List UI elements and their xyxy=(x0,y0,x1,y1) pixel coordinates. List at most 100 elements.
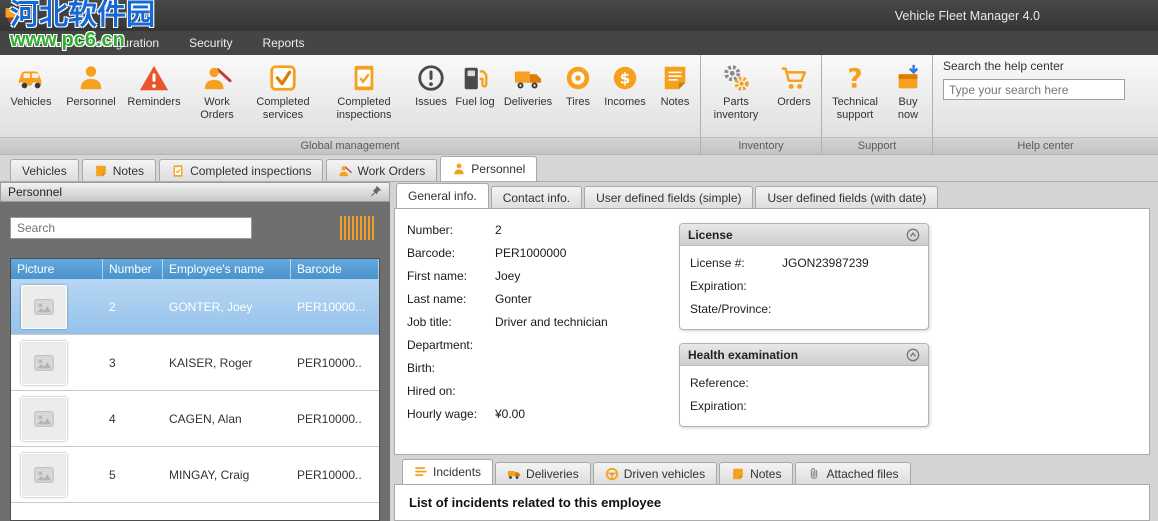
ribbon-completed-inspections-button[interactable]: Completed inspections xyxy=(318,59,410,123)
tab-completed-inspections[interactable]: Completed inspections xyxy=(159,159,324,181)
window-title: Vehicle Fleet Manager 4.0 xyxy=(894,8,1040,23)
column-header-barcode[interactable]: Barcode xyxy=(291,259,379,279)
menu-security[interactable]: Security xyxy=(174,31,247,55)
person-icon xyxy=(76,61,106,95)
subtab-notes[interactable]: Notes xyxy=(719,462,794,484)
detail-group-boxes: License License #: JGON23987239 Expiratio… xyxy=(679,223,929,440)
table-header: Picture Number Employee's name Barcode xyxy=(11,259,379,279)
ribbon-label: Reminders xyxy=(127,96,181,108)
field-value: JGON23987239 xyxy=(782,256,869,270)
ribbon-notes-button[interactable]: Notes xyxy=(652,59,698,111)
subtab-deliveries[interactable]: Deliveries xyxy=(495,462,591,484)
table-row[interactable]: 3 KAISER, Roger PER10000.. xyxy=(11,335,379,391)
field-label: Last name: xyxy=(407,292,467,306)
collapse-icon[interactable] xyxy=(906,348,920,362)
personnel-detail-panel: General info. Contact info. User defined… xyxy=(390,182,1158,521)
table-row[interactable]: 5 MINGAY, Craig PER10000.. xyxy=(11,447,379,503)
ribbon-label: Completed services xyxy=(256,96,310,121)
column-header-number[interactable]: Number xyxy=(103,259,163,279)
cell-name: GONTER, Joey xyxy=(169,299,253,314)
subtab-driven-vehicles[interactable]: Driven vehicles xyxy=(592,462,718,484)
panel-title: Personnel xyxy=(8,185,63,199)
titlebar: Vehicle Fleet Manager 4.0 xyxy=(0,0,1158,31)
collapse-icon[interactable] xyxy=(906,228,920,242)
tab-contact-info[interactable]: Contact info. xyxy=(490,186,583,208)
ribbon-personnel-button[interactable]: Personnel xyxy=(60,59,122,111)
tab-label: User defined fields (with date) xyxy=(767,190,927,205)
cell-barcode: PER10000.. xyxy=(297,411,362,426)
dollar-icon: $ xyxy=(610,61,640,95)
ribbon-label: Work Orders xyxy=(200,96,234,121)
ribbon-fuel-log-button[interactable]: Fuel log xyxy=(452,59,498,111)
tab-user-fields-simple[interactable]: User defined fields (simple) xyxy=(584,186,754,208)
license-box: License License #: JGON23987239 Expiratio… xyxy=(679,223,929,330)
ribbon-deliveries-button[interactable]: Deliveries xyxy=(498,59,558,111)
cell-barcode: PER10000.. xyxy=(297,355,362,370)
ribbon-label: Orders xyxy=(777,96,811,108)
field-label: Department: xyxy=(407,338,474,352)
tab-vehicles[interactable]: Vehicles xyxy=(10,159,79,181)
menubar: General Configuration Security Reports xyxy=(0,31,1158,55)
ribbon-vehicles-button[interactable]: Vehicles xyxy=(2,59,60,111)
exclamation-icon xyxy=(416,61,446,95)
tab-label: Completed inspections xyxy=(190,163,312,178)
tab-label: Attached files xyxy=(826,466,899,481)
ribbon-work-orders-button[interactable]: Work Orders xyxy=(186,59,248,123)
pin-icon[interactable] xyxy=(370,185,382,200)
fuel-pump-icon xyxy=(460,61,490,95)
table-row[interactable] xyxy=(11,503,379,520)
menu-general[interactable]: General xyxy=(0,31,73,55)
ribbon-completed-services-button[interactable]: Completed services xyxy=(248,59,318,123)
field-value xyxy=(495,361,679,376)
ribbon-label: Incomes xyxy=(604,96,646,108)
cell-barcode: PER10000... xyxy=(297,299,366,314)
table-row[interactable]: 4 CAGEN, Alan PER10000.. xyxy=(11,391,379,447)
tab-work-orders[interactable]: Work Orders xyxy=(326,159,438,181)
ribbon-group-inventory: Parts inventory Orders Inventory xyxy=(701,55,822,154)
warning-icon xyxy=(139,61,169,95)
truck-icon xyxy=(507,467,521,481)
ribbon-buy-now-button[interactable]: Buy now xyxy=(886,59,930,123)
ribbon-parts-inventory-button[interactable]: Parts inventory xyxy=(703,59,769,123)
personnel-search-input[interactable] xyxy=(10,217,252,239)
personnel-list-panel: Personnel Picture Number Employee's name… xyxy=(0,182,390,521)
barcode-icon[interactable] xyxy=(340,216,376,240)
help-search-input[interactable] xyxy=(943,79,1125,100)
subtab-attached-files[interactable]: Attached files xyxy=(795,462,911,484)
health-examination-box: Health examination Reference: Expiration… xyxy=(679,343,929,427)
ribbon-label: Fuel log xyxy=(455,96,495,108)
table-row[interactable]: 2 GONTER, Joey PER10000... xyxy=(11,279,379,335)
ribbon-group-help-center: Search the help center Help center xyxy=(933,55,1158,154)
photo-placeholder-icon xyxy=(21,340,67,385)
field-value xyxy=(782,376,918,391)
ribbon-technical-support-button[interactable]: ? Technical support xyxy=(824,59,886,123)
tab-personnel[interactable]: Personnel xyxy=(440,156,538,181)
note-icon xyxy=(731,467,745,481)
cell-number: 3 xyxy=(109,355,116,370)
ribbon-issues-button[interactable]: Issues xyxy=(410,59,452,111)
box-title: License xyxy=(688,227,733,242)
ribbon-reminders-button[interactable]: Reminders xyxy=(122,59,186,111)
tire-icon xyxy=(563,61,593,95)
tab-general-info[interactable]: General info. xyxy=(396,183,489,208)
ribbon-label: Buy now xyxy=(897,96,919,121)
box-title: Health examination xyxy=(688,347,799,362)
tab-label: Deliveries xyxy=(526,466,579,481)
person-icon xyxy=(452,162,466,176)
clipboard-check-icon xyxy=(349,61,379,95)
menu-reports[interactable]: Reports xyxy=(247,31,319,55)
tab-notes[interactable]: Notes xyxy=(81,159,157,181)
field-label: License #: xyxy=(690,256,745,270)
tab-user-fields-date[interactable]: User defined fields (with date) xyxy=(755,186,939,208)
note-icon xyxy=(94,164,108,178)
subtab-incidents[interactable]: Incidents xyxy=(402,459,494,484)
column-header-name[interactable]: Employee's name xyxy=(163,259,291,279)
field-label: State/Province: xyxy=(690,302,772,316)
cell-name: CAGEN, Alan xyxy=(169,411,242,426)
ribbon-incomes-button[interactable]: $ Incomes xyxy=(598,59,652,111)
menu-configuration[interactable]: Configuration xyxy=(73,31,174,55)
ribbon-orders-button[interactable]: Orders xyxy=(769,59,819,111)
ribbon-tires-button[interactable]: Tires xyxy=(558,59,598,111)
incident-list-icon xyxy=(414,465,428,479)
column-header-picture[interactable]: Picture xyxy=(11,259,103,279)
